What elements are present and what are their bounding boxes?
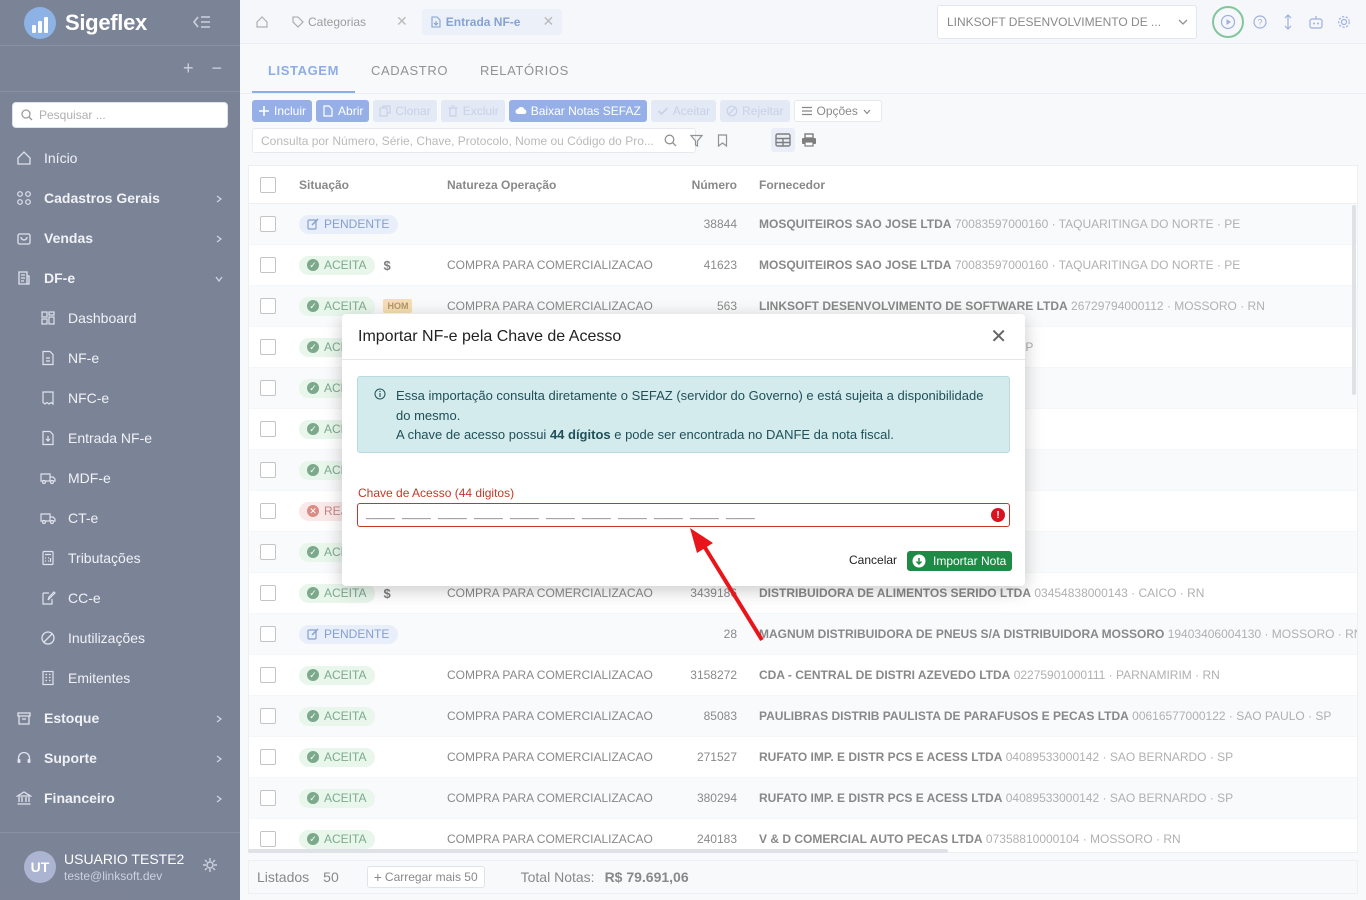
info-text-1: Essa importação consulta diretamente o S… (396, 388, 984, 423)
import-nfe-dialog: Importar NF-e pela Chave de Acesso ✕ Ess… (342, 314, 1025, 586)
info-icon (374, 388, 386, 400)
access-key-mask: ____ ____ ____ ____ ____ ____ ____ ____ … (366, 508, 755, 522)
close-icon[interactable]: ✕ (990, 327, 1007, 347)
access-key-label: Chave de Acesso (44 digitos) (358, 486, 515, 500)
info-alert: Essa importação consulta diretamente o S… (357, 376, 1010, 453)
cancel-button[interactable]: Cancelar (847, 550, 900, 570)
dialog-header: Importar NF-e pela Chave de Acesso ✕ (342, 314, 1025, 360)
cloud-download-icon (912, 554, 926, 568)
error-icon: ! (991, 508, 1005, 522)
import-note-label: Importar Nota (933, 554, 1007, 568)
access-key-input[interactable]: ____ ____ ____ ____ ____ ____ ____ ____ … (357, 503, 1010, 527)
import-note-button[interactable]: Importar Nota (907, 551, 1013, 571)
info-text-2: A chave de acesso possui 44 dígitos e po… (396, 427, 894, 442)
dialog-title: Importar NF-e pela Chave de Acesso (358, 327, 622, 345)
